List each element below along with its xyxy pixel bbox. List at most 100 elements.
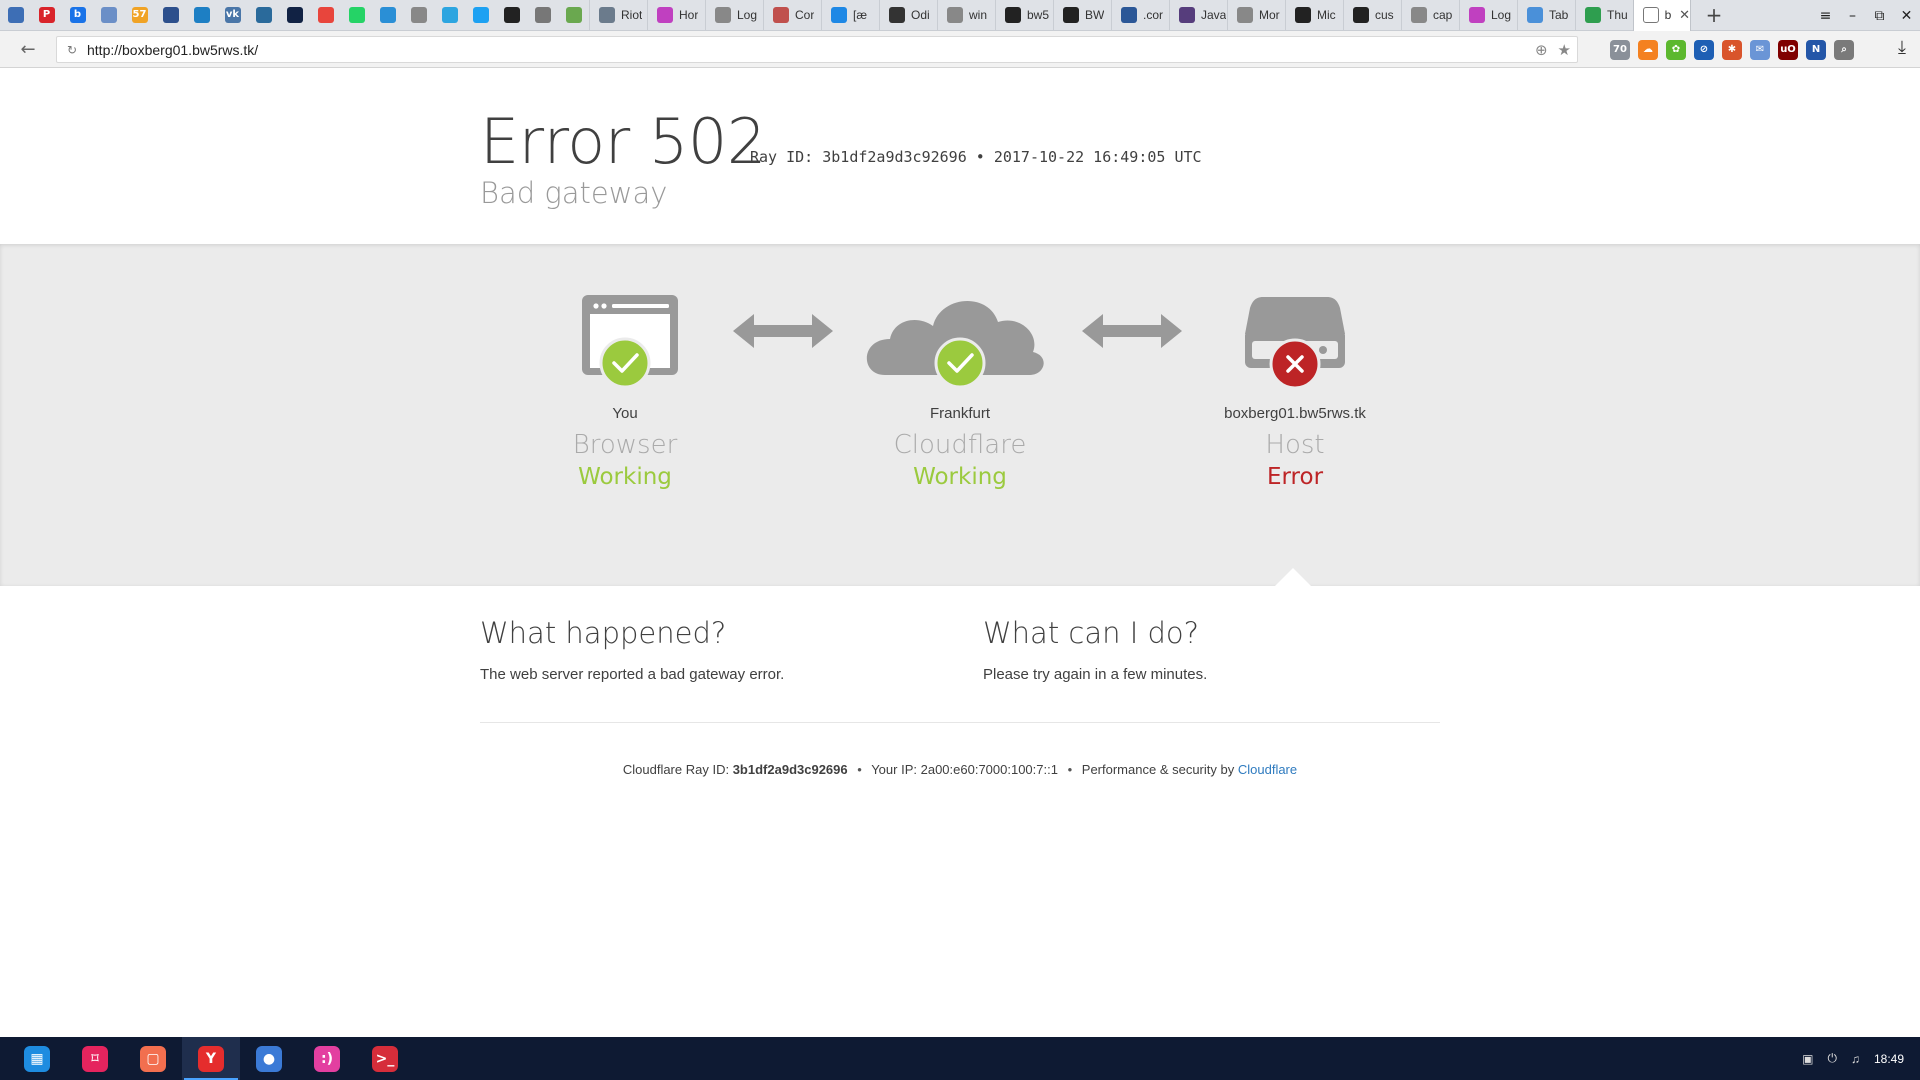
tab-label: Mic	[1317, 8, 1336, 22]
cloudflare-link[interactable]: Cloudflare	[1238, 762, 1297, 777]
chat-icon: ▢	[140, 1045, 166, 1072]
download-icon[interactable]: ⤓	[1898, 37, 1906, 58]
address-bar[interactable]: ↻ http://boxberg01.bw5rws.tk/ ⊕ ★	[56, 36, 1578, 63]
tab-bw5[interactable]: bw5	[995, 0, 1053, 31]
tab-thu[interactable]: Thu	[1575, 0, 1633, 31]
tabs-container: Pb 57 vk Riot Hor Log Cor [æ Odi win bw5 BW .cor Java…	[0, 0, 1691, 31]
taskbar-globe[interactable]: ●	[240, 1037, 298, 1080]
power-icon[interactable]: ⏻	[1827, 1051, 1837, 1066]
tab-bracket[interactable]: [æ	[821, 0, 879, 31]
menu-icon[interactable]: ≡	[1812, 0, 1839, 31]
taskbar: ▦ ⌑ ▢ Y ●:) >_ ▣ ⏻ ♫ 18:49	[0, 1037, 1920, 1080]
taskbar-messenger[interactable]: :)	[298, 1037, 356, 1080]
minimize-icon[interactable]: –	[1839, 0, 1866, 31]
taskbar-yandex[interactable]: Y	[182, 1037, 240, 1080]
taskbar-screenshot[interactable]: ⌑	[66, 1037, 124, 1080]
tab-tab[interactable]: Tab	[1517, 0, 1575, 31]
cloudflare-role: Cloudflare	[893, 430, 1027, 460]
cloudflare-status: Working	[913, 464, 1007, 490]
tab-hor[interactable]: Hor	[647, 0, 705, 31]
pinned-tab-5[interactable]: 57	[124, 0, 155, 31]
tab-mor[interactable]: Mor	[1227, 0, 1285, 31]
rainbow-icon	[657, 7, 673, 23]
tab-win[interactable]: win	[937, 0, 995, 31]
network-icon[interactable]: ▣	[1802, 1052, 1813, 1066]
pinned-tab-16[interactable]	[465, 0, 496, 31]
tab-java[interactable]: Java	[1169, 0, 1227, 31]
pinned-tab-1[interactable]	[0, 0, 31, 31]
bookmark-star-icon[interactable]: ★	[1558, 41, 1571, 59]
pinned-tab-8[interactable]: vk	[217, 0, 248, 31]
restore-icon[interactable]: ⧉	[1866, 0, 1893, 31]
pinned-tab-2[interactable]: P	[31, 0, 62, 31]
browser-role: Browser	[572, 430, 678, 460]
cloudflare-location: Frankfurt	[929, 405, 990, 422]
footer-perf-label: Performance & security by	[1081, 762, 1235, 777]
tab-label: [æ	[853, 8, 868, 22]
57-logo-icon: 57	[131, 7, 148, 23]
pinned-tab-17[interactable]	[496, 0, 527, 31]
ext-block-icon[interactable]: ⊘	[1694, 39, 1714, 60]
footer-ray-id: 3b1df2a9d3c92696	[732, 762, 848, 777]
clock[interactable]: 18:49	[1874, 1052, 1904, 1066]
tab-cus[interactable]: cus	[1343, 0, 1401, 31]
back-button[interactable]: ←	[8, 31, 48, 68]
pinned-tab-9[interactable]	[248, 0, 279, 31]
rainbow-icon	[1469, 7, 1485, 23]
chat-bubble-icon	[379, 7, 396, 23]
translate-icon[interactable]: ⊕	[1535, 41, 1548, 59]
pinned-tab-14[interactable]	[403, 0, 434, 31]
tab-odi[interactable]: Odi	[879, 0, 937, 31]
tab-log-1[interactable]: Log	[705, 0, 763, 31]
pinned-tab-19[interactable]	[558, 0, 589, 31]
page-icon	[1237, 7, 1253, 23]
tab-log-2[interactable]: Log	[1459, 0, 1517, 31]
url-text[interactable]: http://boxberg01.bw5rws.tk/	[87, 42, 258, 58]
pinned-tab-12[interactable]	[341, 0, 372, 31]
ext-shield-icon[interactable]: 70	[1610, 39, 1630, 60]
pinned-tab-6[interactable]	[155, 0, 186, 31]
ext-n-icon[interactable]: N	[1806, 39, 1826, 60]
taskbar-apps: ▦ ⌑ ▢ Y ●:) >_	[8, 1037, 414, 1080]
cloud-icon	[866, 301, 1044, 389]
reload-icon[interactable]: ↻	[57, 43, 87, 57]
taskbar-terminal[interactable]: >_	[356, 1037, 414, 1080]
ext-ublock-icon[interactable]: uO	[1778, 39, 1798, 60]
pinned-tab-7[interactable]	[186, 0, 217, 31]
volume-icon[interactable]: ♫	[1851, 1052, 1860, 1066]
new-tab-button[interactable]: +	[1699, 0, 1729, 31]
tab-cap[interactable]: cap	[1401, 0, 1459, 31]
tab-cor-2[interactable]: .cor	[1111, 0, 1169, 31]
pinned-tab-18[interactable]	[527, 0, 558, 31]
pinned-tab-15[interactable]	[434, 0, 465, 31]
tab-active[interactable]: b ✕	[1633, 0, 1691, 31]
pinned-tab-13[interactable]	[372, 0, 403, 31]
server-icon	[1245, 297, 1345, 390]
pinned-tab-10[interactable]	[279, 0, 310, 31]
tab-riot[interactable]: Riot	[589, 0, 647, 31]
tab-bw[interactable]: BW	[1053, 0, 1111, 31]
ext-cloud-icon[interactable]: ☁	[1638, 39, 1658, 60]
ext-leaf-icon[interactable]: ✿	[1666, 39, 1686, 60]
taskbar-start[interactable]: ▦	[8, 1037, 66, 1080]
close-window-icon[interactable]: ✕	[1893, 0, 1920, 31]
close-tab-icon[interactable]: ✕	[1679, 8, 1690, 23]
grid-icon	[162, 7, 179, 23]
pinned-tab-11[interactable]	[310, 0, 341, 31]
s-square-icon	[1063, 7, 1079, 23]
tab-mic[interactable]: Mic	[1285, 0, 1343, 31]
pinned-tab-4[interactable]	[93, 0, 124, 31]
host-location: boxberg01.bw5rws.tk	[1224, 405, 1366, 422]
tab-cor[interactable]: Cor	[763, 0, 821, 31]
code-icon	[889, 7, 905, 23]
cloudflare-error-page: Error 502 Ray ID: 3b1df2a9d3c92696 • 201…	[0, 68, 1920, 1037]
bootstrap-icon	[1179, 7, 1195, 23]
error-subtitle: Bad gateway	[480, 176, 668, 210]
ext-search-icon[interactable]: ⌕	[1834, 39, 1854, 60]
ext-mail-icon[interactable]: ✉	[1750, 39, 1770, 60]
tab-label: Tab	[1549, 8, 1569, 22]
pinned-tab-3[interactable]: b	[62, 0, 93, 31]
github-icon	[1353, 7, 1369, 23]
ext-bug-icon[interactable]: ✱	[1722, 39, 1742, 60]
taskbar-chat[interactable]: ▢	[124, 1037, 182, 1080]
